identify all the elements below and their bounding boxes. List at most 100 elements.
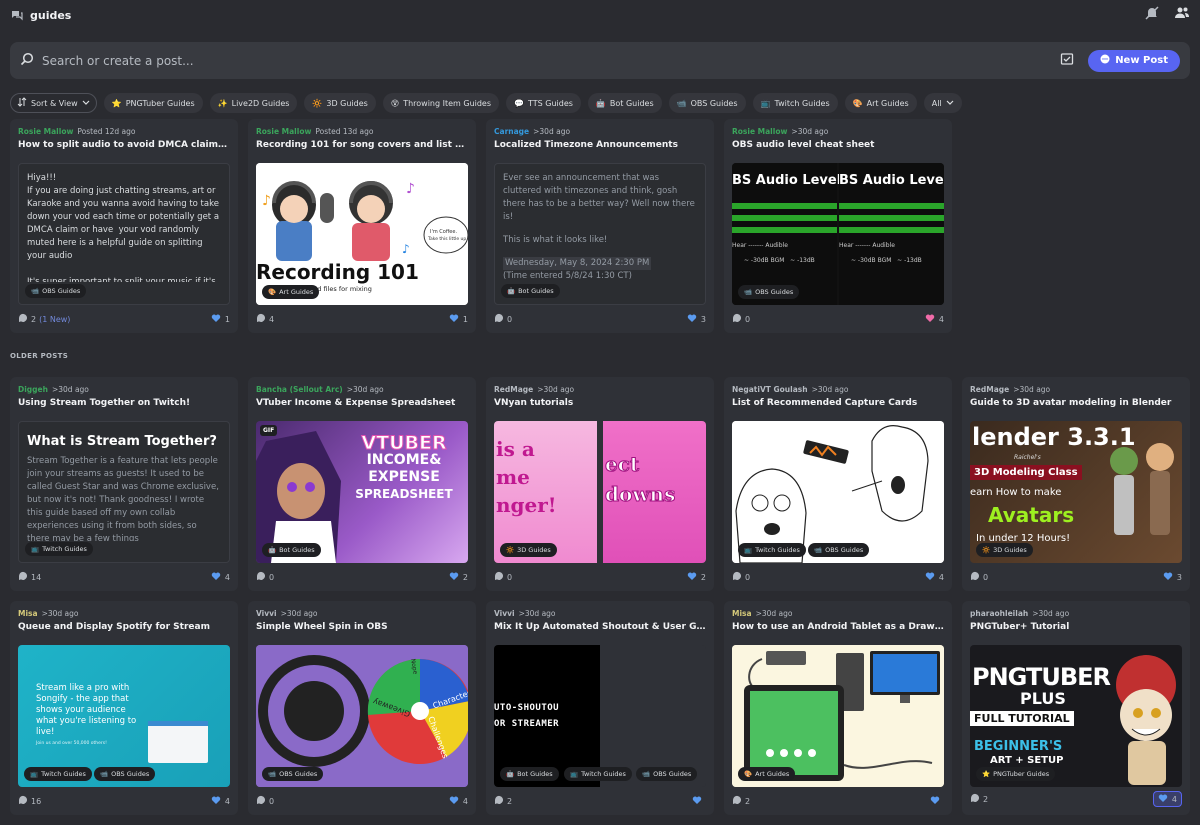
post-preview: Ever see an announcement that was clutte… <box>494 163 706 305</box>
tag-pngtuber-guides[interactable]: ⭐ PNGTuber Guides <box>103 93 203 113</box>
post-author[interactable]: Carnage <box>494 127 529 136</box>
post-footer: 14 4 <box>18 571 230 583</box>
tag-bot-guides[interactable]: 🤖 Bot Guides <box>587 93 662 113</box>
chip-label: OBS Guides <box>755 288 794 296</box>
mute-notifications-icon[interactable] <box>1144 5 1160 25</box>
post-card[interactable]: Vivvi >30d ago Mix It Up Automated Shouto… <box>486 601 714 815</box>
post-author[interactable]: Rosie Mallow <box>732 127 787 136</box>
search-icon <box>20 51 34 70</box>
comment-icon <box>494 571 504 583</box>
post-author[interactable]: Misa <box>18 609 38 618</box>
comment-icon <box>256 795 266 807</box>
reaction-button[interactable] <box>930 795 944 807</box>
star-icon: ⭐ <box>982 770 991 778</box>
post-card[interactable]: Rosie Mallow Posted 13d ago Recording 101… <box>248 119 476 333</box>
post-preview-text: Ever see an announcement that was clutte… <box>495 164 705 291</box>
post-author[interactable]: pharaohleilah <box>970 609 1028 618</box>
comment-count: 0 <box>269 572 275 582</box>
thumb-line: me <box>496 465 530 489</box>
chip-label: Art Guides <box>755 770 790 778</box>
reaction-button[interactable]: 3 <box>1163 571 1182 583</box>
tag-tts-guides[interactable]: 💬 TTS Guides <box>506 93 581 113</box>
reaction-button[interactable]: 2 <box>687 571 706 583</box>
shoutout-image: UTO-SHOUTOU OR STREAMER <box>494 645 600 787</box>
heart-icon <box>1163 571 1173 583</box>
member-list-icon[interactable] <box>1174 5 1190 25</box>
post-author[interactable]: Rosie Mallow <box>256 127 311 136</box>
search-input[interactable]: Search or create a post... <box>42 54 194 68</box>
robot-icon: 🤖 <box>595 98 606 108</box>
comment-icon <box>256 313 266 325</box>
post-author[interactable]: Vivvi <box>256 609 277 618</box>
chip-label: OBS Guides <box>653 770 692 778</box>
comment-icon <box>732 795 742 807</box>
post-thumbnail: is a me nger! ect downs 🔆 3D Guides <box>494 421 706 563</box>
post-time: >30d ago <box>533 127 571 136</box>
post-author[interactable]: Rosie Mallow <box>18 127 73 136</box>
post-card[interactable]: Misa >30d ago How to use an Android Table… <box>724 601 952 815</box>
post-card[interactable]: Rosie Mallow Posted 12d ago How to split … <box>10 119 238 333</box>
post-card[interactable]: NegatiVT Goulash >30d ago List of Recomme… <box>724 377 952 591</box>
post-author[interactable]: RedMage <box>494 385 533 394</box>
post-time: >30d ago <box>811 385 849 394</box>
post-tag-chip: 📺 Twitch Guides <box>24 767 92 781</box>
post-guidelines-icon[interactable] <box>1060 51 1074 70</box>
tag-obs-guides[interactable]: 📹 OBS Guides <box>668 93 746 113</box>
post-author[interactable]: Diggeh <box>18 385 48 394</box>
tag-3d-guides[interactable]: 🔆 3D Guides <box>304 93 376 113</box>
post-author[interactable]: Bancha (Sellout Arc) <box>256 385 343 394</box>
reaction-button[interactable]: 4 <box>925 571 944 583</box>
new-post-label: New Post <box>1115 55 1168 66</box>
post-author[interactable]: Misa <box>732 609 752 618</box>
reaction-button[interactable]: 1 <box>211 313 230 325</box>
reaction-button[interactable]: 3 <box>687 313 706 325</box>
post-card[interactable]: RedMage >30d ago VNyan tutorials is a me … <box>486 377 714 591</box>
sun-icon: 🔆 <box>982 546 991 554</box>
reaction-button[interactable]: 4 <box>211 795 230 807</box>
reaction-button[interactable] <box>692 795 706 807</box>
like-count: 4 <box>462 796 468 806</box>
tag-throwing-item-guides[interactable]: 😵 Throwing Item Guides <box>382 93 500 113</box>
post-tag-chip: 📹 OBS Guides <box>738 285 800 299</box>
sparkles-icon: ✨ <box>217 98 228 108</box>
comment-count: 0 <box>983 572 989 582</box>
post-card[interactable]: Diggeh >30d ago Using Stream Together on … <box>10 377 238 591</box>
post-card[interactable]: Misa >30d ago Queue and Display Spotify f… <box>10 601 238 815</box>
thumb-line: nger! <box>496 493 557 517</box>
meter-label: Hear <box>839 242 854 249</box>
star-icon: ⭐ <box>111 98 122 108</box>
post-card[interactable]: Carnage >30d ago Localized Timezone Annou… <box>486 119 714 333</box>
chip-label: Twitch Guides <box>755 546 800 554</box>
comment-new: (1 New) <box>39 314 71 324</box>
tag-all-dropdown[interactable]: All <box>923 93 962 113</box>
reaction-button[interactable]: 4 <box>449 795 468 807</box>
tag-twitch-guides[interactable]: 📺 Twitch Guides <box>752 93 838 113</box>
svg-text:I'm Coffee.: I'm Coffee. <box>430 229 457 235</box>
reaction-button[interactable]: 2 <box>449 571 468 583</box>
post-card[interactable]: Vivvi >30d ago Simple Wheel Spin in OBS N… <box>248 601 476 815</box>
search-bar[interactable]: Search or create a post... New Post <box>10 42 1190 79</box>
post-card[interactable]: Rosie Mallow >30d ago OBS audio level che… <box>724 119 952 333</box>
post-footer: 0 2 <box>256 571 468 583</box>
post-author[interactable]: NegatiVT Goulash <box>732 385 808 394</box>
post-tag-chip: 🎨 Art Guides <box>738 767 796 781</box>
post-tag-chip: 📺 Twitch Guides <box>25 542 93 556</box>
sort-view-button[interactable]: Sort & View <box>10 93 97 113</box>
thumb-line: downs <box>605 482 676 507</box>
new-post-button[interactable]: New Post <box>1088 49 1180 72</box>
tag-live2d-guides[interactable]: ✨ Live2D Guides <box>209 93 298 113</box>
reaction-button[interactable]: 1 <box>449 313 468 325</box>
tag-art-guides[interactable]: 🎨 Art Guides <box>844 93 917 113</box>
reaction-button[interactable]: 4 <box>1152 791 1182 807</box>
post-card[interactable]: pharaohleilah >30d ago PNGTuber+ Tutorial… <box>962 601 1190 815</box>
comment-count: 2 <box>745 796 751 806</box>
post-card[interactable]: Bancha (Sellout Arc) >30d ago VTuber Inco… <box>248 377 476 591</box>
post-author[interactable]: RedMage <box>970 385 1009 394</box>
comment-icon <box>494 313 504 325</box>
reaction-button[interactable]: 4 <box>925 313 944 325</box>
post-footer: 16 4 <box>18 795 230 807</box>
comment-count: 0 <box>507 572 513 582</box>
reaction-button[interactable]: 4 <box>211 571 230 583</box>
post-author[interactable]: Vivvi <box>494 609 515 618</box>
post-card[interactable]: RedMage >30d ago Guide to 3D avatar model… <box>962 377 1190 591</box>
